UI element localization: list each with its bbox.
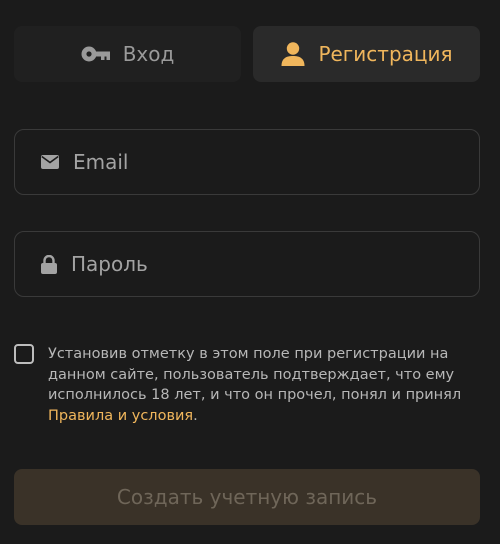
tab-register[interactable]: Регистрация xyxy=(253,26,480,82)
create-account-label: Создать учетную запись xyxy=(116,485,378,509)
password-field[interactable]: Пароль xyxy=(14,231,480,297)
consent-text: Установив отметку в этом поле при регист… xyxy=(48,344,468,426)
consent-text-body: Установив отметку в этом поле при регист… xyxy=(48,346,462,403)
envelope-icon xyxy=(41,155,59,169)
registration-page: Вход Регистрация Email Пароль Установив … xyxy=(0,0,500,544)
lock-icon xyxy=(41,254,57,274)
tab-register-label: Регистрация xyxy=(318,42,453,66)
email-placeholder: Email xyxy=(73,150,129,174)
tab-login-label: Вход xyxy=(122,42,175,66)
consent-checkbox[interactable] xyxy=(14,344,34,364)
password-placeholder: Пароль xyxy=(71,252,148,276)
age-consent: Установив отметку в этом поле при регист… xyxy=(14,344,480,426)
consent-text-suffix: . xyxy=(193,407,198,424)
tab-login[interactable]: Вход xyxy=(14,26,241,82)
key-icon xyxy=(81,46,111,62)
user-icon xyxy=(280,41,306,67)
email-field[interactable]: Email xyxy=(14,129,480,195)
create-account-button[interactable]: Создать учетную запись xyxy=(14,469,480,525)
auth-tabs: Вход Регистрация xyxy=(14,26,480,82)
terms-link[interactable]: Правила и условия xyxy=(48,408,193,424)
